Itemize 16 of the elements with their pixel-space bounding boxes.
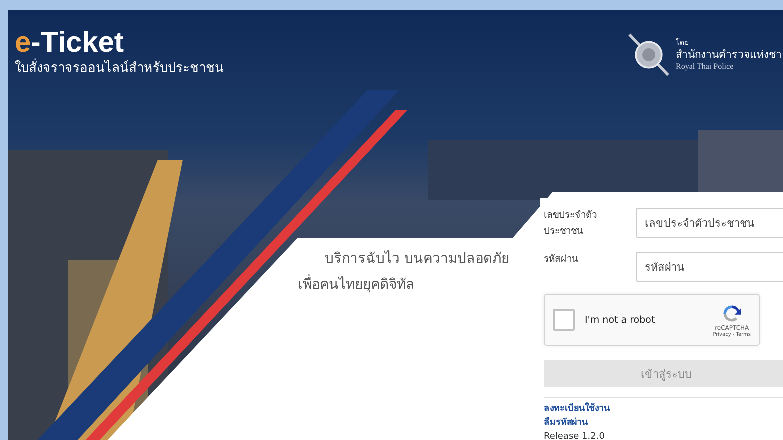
- tagline-text: บริการฉับไว บนความปลอดภัย: [324, 250, 510, 269]
- agency-name: สำนักงานตำรวจแห่งชา: [676, 48, 782, 62]
- captcha-label: I'm not a robot: [585, 314, 656, 326]
- emblem-icon: [626, 32, 672, 78]
- input-field[interactable]: เลขประจำตัวประชาชน: [636, 208, 783, 238]
- agency-name-english: Royal Thai Police: [676, 62, 735, 72]
- field-label: รหัสผ่าน: [544, 253, 580, 267]
- text-link[interactable]: ลงทะเบียนใช้งาน: [544, 402, 783, 416]
- checkbox[interactable]: [553, 309, 575, 331]
- tagline-text: เพื่อคนไทยยุคดิจิทัล: [298, 272, 510, 298]
- app-subtitle: ใบสั่งจราจรออนไลน์สำหรับประชาชน: [15, 60, 224, 78]
- text-link[interactable]: ลืมรหัสผ่าน: [544, 416, 783, 430]
- input-field[interactable]: รหัสผ่าน: [636, 252, 783, 282]
- field-label: เลขประจำตัวประชาชน: [544, 209, 598, 239]
- release-text: Release 1.2.0: [544, 431, 606, 440]
- app-title: e-Ticket: [15, 26, 124, 59]
